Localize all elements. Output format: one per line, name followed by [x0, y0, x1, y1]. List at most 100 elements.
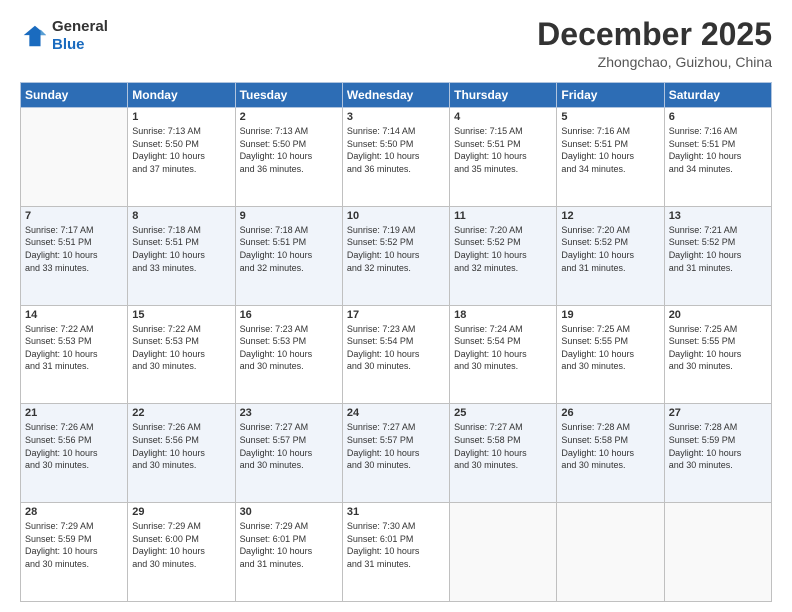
- cell-info: Sunrise: 7:22 AMSunset: 5:53 PMDaylight:…: [132, 323, 230, 373]
- table-row: 6 Sunrise: 7:16 AMSunset: 5:51 PMDaylight…: [664, 108, 771, 207]
- cell-info: Sunrise: 7:26 AMSunset: 5:56 PMDaylight:…: [25, 421, 123, 471]
- table-row: 23Sunrise: 7:27 AMSunset: 5:57 PMDayligh…: [235, 404, 342, 503]
- table-row: 26 Sunrise: 7:28 AMSunset: 5:58 PMDayligh…: [557, 404, 664, 503]
- table-row: 17Sunrise: 7:23 AMSunset: 5:54 PMDayligh…: [342, 305, 449, 404]
- logo-text-blue: Blue: [52, 36, 108, 54]
- col-saturday: Saturday: [664, 83, 771, 108]
- table-row: 28 Sunrise: 7:29 AMSunset: 5:59 PMDayligh…: [21, 503, 128, 602]
- table-row: 14 Sunrise: 7:22 AMSunset: 5:53 PMDayligh…: [21, 305, 128, 404]
- calendar-week-row: 1 Sunrise: 7:13 AMSunset: 5:50 PMDaylight…: [21, 108, 772, 207]
- table-row: 2 Sunrise: 7:13 AMSunset: 5:50 PMDaylight…: [235, 108, 342, 207]
- cell-info: Sunrise: 7:13 AMSunset: 5:50 PMDaylight:…: [240, 125, 338, 175]
- table-row: 24Sunrise: 7:27 AMSunset: 5:57 PMDayligh…: [342, 404, 449, 503]
- table-row: 5 Sunrise: 7:16 AMSunset: 5:51 PMDaylight…: [557, 108, 664, 207]
- table-row: 15Sunrise: 7:22 AMSunset: 5:53 PMDayligh…: [128, 305, 235, 404]
- calendar-week-row: 28 Sunrise: 7:29 AMSunset: 5:59 PMDayligh…: [21, 503, 772, 602]
- day-number: 29: [132, 506, 230, 518]
- table-row: [21, 108, 128, 207]
- day-number: 9: [240, 210, 338, 222]
- month-title: December 2025: [537, 18, 772, 50]
- title-block: December 2025 Zhongchao, Guizhou, China: [537, 18, 772, 70]
- cell-info: Sunrise: 7:27 AMSunset: 5:57 PMDaylight:…: [347, 421, 445, 471]
- cell-info: Sunrise: 7:20 AMSunset: 5:52 PMDaylight:…: [454, 224, 552, 274]
- table-row: 20 Sunrise: 7:25 AMSunset: 5:55 PMDayligh…: [664, 305, 771, 404]
- cell-info: Sunrise: 7:24 AMSunset: 5:54 PMDaylight:…: [454, 323, 552, 373]
- cell-info: Sunrise: 7:22 AMSunset: 5:53 PMDaylight:…: [25, 323, 123, 373]
- day-number: 4: [454, 111, 552, 123]
- cell-info: Sunrise: 7:16 AMSunset: 5:51 PMDaylight:…: [561, 125, 659, 175]
- table-row: 3 Sunrise: 7:14 AMSunset: 5:50 PMDaylight…: [342, 108, 449, 207]
- day-number: 8: [132, 210, 230, 222]
- cell-info: Sunrise: 7:26 AMSunset: 5:56 PMDaylight:…: [132, 421, 230, 471]
- calendar-table: Sunday Monday Tuesday Wednesday Thursday…: [20, 82, 772, 602]
- cell-info: Sunrise: 7:16 AMSunset: 5:51 PMDaylight:…: [669, 125, 767, 175]
- cell-info: Sunrise: 7:18 AMSunset: 5:51 PMDaylight:…: [240, 224, 338, 274]
- cell-info: Sunrise: 7:14 AMSunset: 5:50 PMDaylight:…: [347, 125, 445, 175]
- table-row: 7 Sunrise: 7:17 AMSunset: 5:51 PMDaylight…: [21, 206, 128, 305]
- day-number: 17: [347, 309, 445, 321]
- cell-info: Sunrise: 7:30 AMSunset: 6:01 PMDaylight:…: [347, 520, 445, 570]
- day-number: 20: [669, 309, 767, 321]
- table-row: [664, 503, 771, 602]
- day-number: 14: [25, 309, 123, 321]
- table-row: 1 Sunrise: 7:13 AMSunset: 5:50 PMDaylight…: [128, 108, 235, 207]
- table-row: 8Sunrise: 7:18 AMSunset: 5:51 PMDaylight…: [128, 206, 235, 305]
- cell-info: Sunrise: 7:23 AMSunset: 5:53 PMDaylight:…: [240, 323, 338, 373]
- day-number: 28: [25, 506, 123, 518]
- table-row: 31 Sunrise: 7:30 AMSunset: 6:01 PMDayligh…: [342, 503, 449, 602]
- logo: General Blue: [20, 18, 108, 54]
- cell-info: Sunrise: 7:25 AMSunset: 5:55 PMDaylight:…: [561, 323, 659, 373]
- day-number: 13: [669, 210, 767, 222]
- col-tuesday: Tuesday: [235, 83, 342, 108]
- calendar-header-row: Sunday Monday Tuesday Wednesday Thursday…: [21, 83, 772, 108]
- day-number: 1: [132, 111, 230, 123]
- col-monday: Monday: [128, 83, 235, 108]
- header: General Blue December 2025 Zhongchao, Gu…: [20, 18, 772, 70]
- day-number: 30: [240, 506, 338, 518]
- day-number: 6: [669, 111, 767, 123]
- table-row: 12Sunrise: 7:20 AMSunset: 5:52 PMDayligh…: [557, 206, 664, 305]
- calendar-page: General Blue December 2025 Zhongchao, Gu…: [0, 0, 792, 612]
- day-number: 7: [25, 210, 123, 222]
- col-wednesday: Wednesday: [342, 83, 449, 108]
- cell-info: Sunrise: 7:28 AMSunset: 5:58 PMDaylight:…: [561, 421, 659, 471]
- day-number: 16: [240, 309, 338, 321]
- calendar-week-row: 21Sunrise: 7:26 AMSunset: 5:56 PMDayligh…: [21, 404, 772, 503]
- day-number: 3: [347, 111, 445, 123]
- day-number: 25: [454, 407, 552, 419]
- cell-info: Sunrise: 7:20 AMSunset: 5:52 PMDaylight:…: [561, 224, 659, 274]
- table-row: [557, 503, 664, 602]
- col-thursday: Thursday: [450, 83, 557, 108]
- cell-info: Sunrise: 7:19 AMSunset: 5:52 PMDaylight:…: [347, 224, 445, 274]
- cell-info: Sunrise: 7:29 AMSunset: 5:59 PMDaylight:…: [25, 520, 123, 570]
- table-row: 19 Sunrise: 7:25 AMSunset: 5:55 PMDayligh…: [557, 305, 664, 404]
- cell-info: Sunrise: 7:29 AMSunset: 6:01 PMDaylight:…: [240, 520, 338, 570]
- cell-info: Sunrise: 7:15 AMSunset: 5:51 PMDaylight:…: [454, 125, 552, 175]
- cell-info: Sunrise: 7:25 AMSunset: 5:55 PMDaylight:…: [669, 323, 767, 373]
- day-number: 5: [561, 111, 659, 123]
- calendar-week-row: 7 Sunrise: 7:17 AMSunset: 5:51 PMDaylight…: [21, 206, 772, 305]
- table-row: 10 Sunrise: 7:19 AMSunset: 5:52 PMDayligh…: [342, 206, 449, 305]
- table-row: [450, 503, 557, 602]
- day-number: 18: [454, 309, 552, 321]
- cell-info: Sunrise: 7:29 AMSunset: 6:00 PMDaylight:…: [132, 520, 230, 570]
- day-number: 19: [561, 309, 659, 321]
- cell-info: Sunrise: 7:27 AMSunset: 5:58 PMDaylight:…: [454, 421, 552, 471]
- cell-info: Sunrise: 7:17 AMSunset: 5:51 PMDaylight:…: [25, 224, 123, 274]
- table-row: 18 Sunrise: 7:24 AMSunset: 5:54 PMDayligh…: [450, 305, 557, 404]
- day-number: 31: [347, 506, 445, 518]
- day-number: 10: [347, 210, 445, 222]
- table-row: 30 Sunrise: 7:29 AMSunset: 6:01 PMDayligh…: [235, 503, 342, 602]
- day-number: 26: [561, 407, 659, 419]
- table-row: 16 Sunrise: 7:23 AMSunset: 5:53 PMDayligh…: [235, 305, 342, 404]
- day-number: 22: [132, 407, 230, 419]
- table-row: 11Sunrise: 7:20 AMSunset: 5:52 PMDayligh…: [450, 206, 557, 305]
- cell-info: Sunrise: 7:13 AMSunset: 5:50 PMDaylight:…: [132, 125, 230, 175]
- day-number: 23: [240, 407, 338, 419]
- table-row: 29 Sunrise: 7:29 AMSunset: 6:00 PMDayligh…: [128, 503, 235, 602]
- day-number: 2: [240, 111, 338, 123]
- day-number: 27: [669, 407, 767, 419]
- col-sunday: Sunday: [21, 83, 128, 108]
- table-row: 21Sunrise: 7:26 AMSunset: 5:56 PMDayligh…: [21, 404, 128, 503]
- table-row: 22 Sunrise: 7:26 AMSunset: 5:56 PMDayligh…: [128, 404, 235, 503]
